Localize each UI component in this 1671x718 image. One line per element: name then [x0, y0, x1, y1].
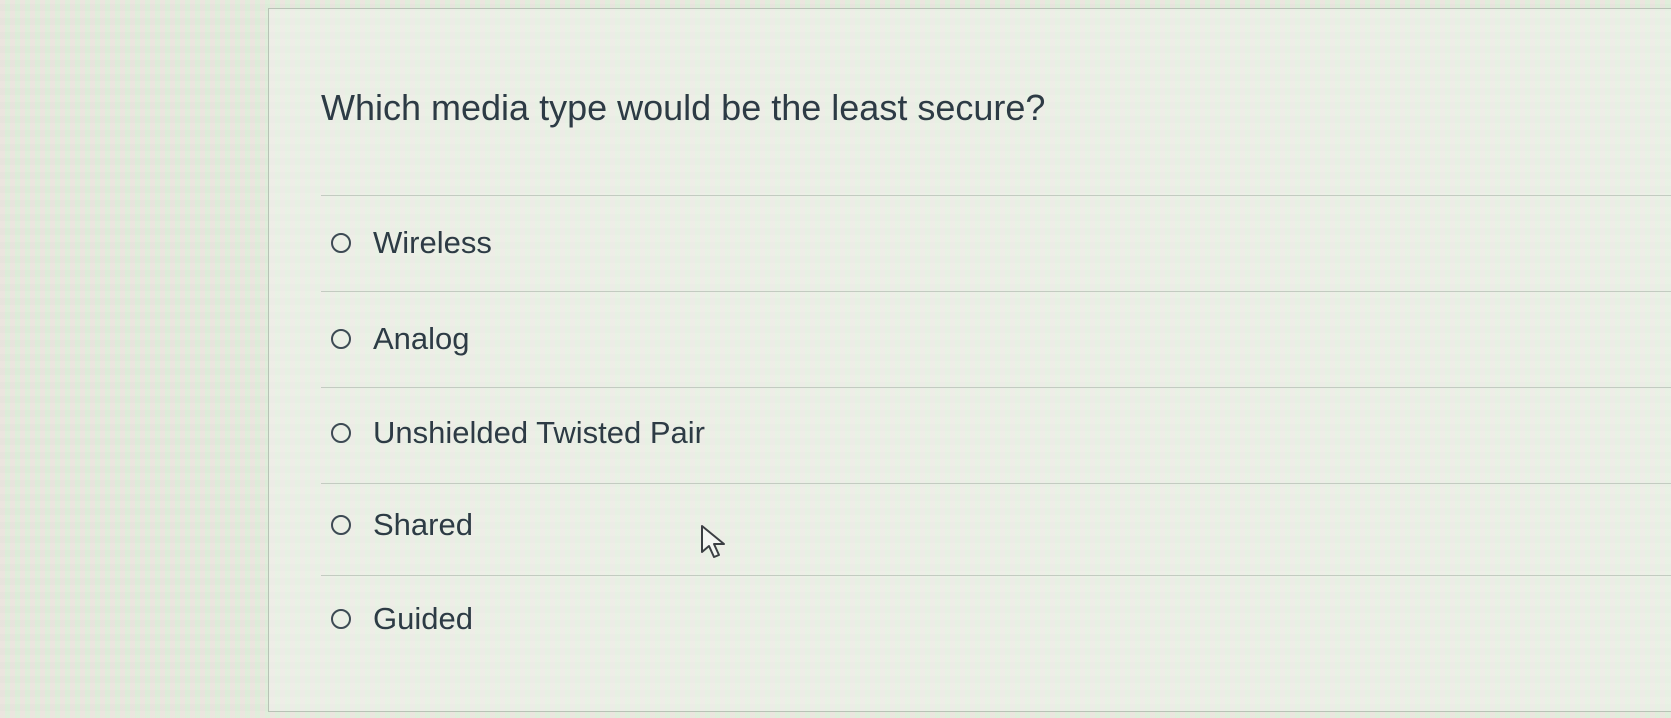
answer-label: Shared [373, 507, 473, 542]
answer-option-analog[interactable]: Analog [331, 319, 470, 359]
answer-option-unshielded-twisted-pair[interactable]: Unshielded Twisted Pair [331, 413, 705, 453]
answer-divider [321, 575, 1671, 576]
answer-option-guided[interactable]: Guided [331, 599, 473, 639]
answer-label: Guided [373, 601, 473, 636]
radio-circle-icon[interactable] [331, 423, 351, 443]
mouse-pointer-icon [701, 525, 725, 558]
answer-divider [321, 387, 1671, 388]
answer-label: Unshielded Twisted Pair [373, 415, 705, 450]
answer-label: Wireless [373, 225, 492, 260]
answer-divider [321, 483, 1671, 484]
radio-circle-icon[interactable] [331, 515, 351, 535]
question-text: Which media type would be the least secu… [321, 87, 1046, 128]
radio-circle-icon[interactable] [331, 329, 351, 349]
answer-option-shared[interactable]: Shared [331, 505, 473, 545]
answer-divider [321, 291, 1671, 292]
answer-divider [321, 195, 1671, 196]
radio-circle-icon[interactable] [331, 609, 351, 629]
question-card: Which media type would be the least secu… [268, 8, 1671, 712]
answer-label: Analog [373, 321, 470, 356]
answer-option-wireless[interactable]: Wireless [331, 223, 492, 263]
radio-circle-icon[interactable] [331, 233, 351, 253]
